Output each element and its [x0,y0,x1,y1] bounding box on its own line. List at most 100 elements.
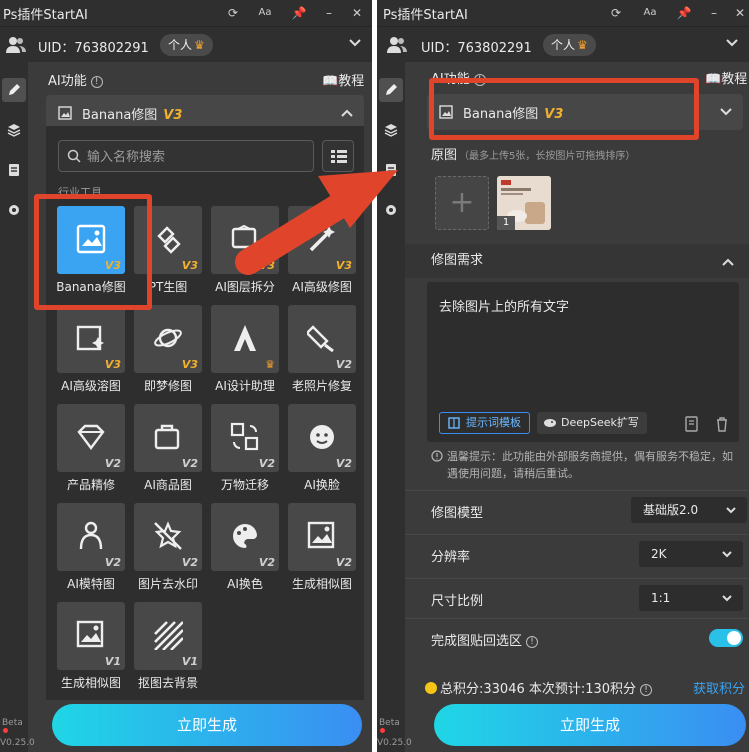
book-icon [448,417,460,429]
version-label: V0.25.0 [377,738,412,748]
help-icon[interactable]: ! [526,636,539,648]
chevron-up-icon[interactable] [340,107,354,119]
tool-tile[interactable]: V3 [134,305,202,373]
app-title: Ps插件StartAI [3,8,88,23]
history-icon[interactable] [685,416,699,432]
sidebar-edit-button[interactable] [379,78,403,102]
tool-tile[interactable]: V1 [134,602,202,670]
generate-button[interactable]: 立即生成 [52,704,362,746]
chevron-down-icon[interactable] [348,36,362,50]
sidebar: Beta V0.25.0 [0,62,35,752]
tutorial-link[interactable]: 📖教程 [705,68,747,87]
minimize-icon[interactable]: – [705,4,723,22]
tutorial-link[interactable]: 📖教程 [322,70,364,89]
users-icon [6,37,26,53]
font-size-icon[interactable]: Aa [256,4,274,22]
pin-icon[interactable]: 📌 [290,4,308,22]
tool-tile[interactable]: V3 [211,206,279,274]
tool-tile[interactable]: V3 [57,305,125,373]
thumbnail-index: 1 [497,216,515,230]
sidebar-settings-button[interactable] [2,198,26,222]
chevron-down-icon[interactable] [725,36,739,50]
tool-tile[interactable]: V2 [288,503,356,571]
version-badge: V2 [335,358,352,371]
tool-label: AI模特图 [67,577,115,591]
plus-icon: + [449,185,475,220]
pin-icon[interactable]: 📌 [675,4,693,22]
help-icon[interactable]: ! [90,76,103,88]
sidebar-layers-button[interactable] [2,118,26,142]
original-image-heading: 原图 （最多上传5张，长按图片可拖拽排序） [431,148,636,163]
model-select[interactable]: 基础版2.0 [631,497,747,523]
layer-split-icon [231,224,257,249]
ratio-row: 尺寸比例 1:1 [405,578,749,616]
ratio-select[interactable]: 1:1 [639,585,743,611]
tool-label: AI图层拆分 [215,280,275,294]
trash-icon[interactable] [715,416,729,432]
requirement-section-header[interactable]: 修图需求 [405,244,749,278]
tool-tile[interactable]: V2 [57,404,125,472]
model-row: 修图模型 基础版2.0 [405,490,749,528]
crown-icon: ♛ [265,358,275,371]
tool-tile[interactable]: V2 [211,503,279,571]
model-icon [79,521,103,550]
tool-tile[interactable]: V3 [288,206,356,274]
tool-label: AI换脸 [304,478,340,492]
highlight-box-tool [34,194,152,310]
get-credits-link[interactable]: 获取积分 [693,678,745,697]
sidebar-notes-button[interactable] [2,158,26,182]
close-icon[interactable]: ✕ [731,4,749,22]
list-view-button[interactable] [322,140,354,172]
uid-label: UID：763802291 [38,41,149,56]
sidebar-notes-button[interactable] [379,158,403,182]
refresh-icon[interactable]: ⟳ [224,4,242,22]
tool-tile[interactable]: ♛ [211,305,279,373]
paste-back-label: 完成图贴回选区! [431,630,539,649]
search-box[interactable] [58,140,314,172]
plan-badge[interactable]: 个人 ♛ [160,34,213,56]
tool-tile[interactable]: V1 [57,602,125,670]
coin-icon [425,682,437,694]
tool-label: 生成相似图 [60,676,121,690]
refresh-icon[interactable]: ⟳ [607,4,625,22]
version-badge: V2 [181,556,198,569]
sidebar-edit-button[interactable] [2,78,26,102]
tool-tile[interactable]: V2 [57,503,125,571]
search-input[interactable] [87,147,307,167]
tool-tile[interactable]: V2 [211,404,279,472]
sidebar-layers-button[interactable] [379,118,403,142]
service-notice: 温馨提示：此功能由外部服务商提供，偶有服务不稳定，如遇使用问题，请稍后重试。 [431,448,743,482]
font-size-icon[interactable]: Aa [641,4,659,22]
crown-icon: ♛ [194,38,205,52]
prompt-template-button[interactable]: 提示词模板 [439,412,530,434]
deepseek-expand-button[interactable]: DeepSeek扩写 [537,412,647,434]
minimize-icon[interactable]: – [320,4,338,22]
no-watermark-icon [154,521,182,550]
help-icon[interactable]: ! [640,684,653,696]
chevron-up-icon [722,258,734,266]
tool-tile[interactable]: V2 [288,404,356,472]
plan-badge[interactable]: 个人 ♛ [543,34,596,56]
requirement-textarea[interactable]: 去除图片上的所有文字 提示词模板 DeepSeek扩写 [427,282,739,442]
resolution-select[interactable]: 2K [639,541,743,567]
similar-image-icon [76,620,104,648]
tool-tile[interactable]: V2 [134,503,202,571]
close-icon[interactable]: ✕ [348,4,366,22]
users-icon [387,37,407,53]
pencil-icon [386,84,397,95]
generate-button[interactable]: 立即生成 [434,704,746,746]
paste-back-toggle[interactable] [709,629,743,647]
tool-tile[interactable]: V2 [134,404,202,472]
face-icon [310,425,334,449]
ai-function-heading: AI功能! [48,70,103,92]
image-icon [58,106,72,120]
chevron-down-icon[interactable] [719,106,733,118]
add-image-button[interactable]: + [435,176,489,230]
uploaded-image-thumbnail[interactable]: 1 [497,176,551,230]
version-badge: V2 [335,457,352,470]
tool-tile[interactable]: V2 [288,305,356,373]
requirement-text: 去除图片上的所有文字 [439,300,570,315]
sidebar-settings-button[interactable] [379,198,403,222]
sidebar: Beta V0.25.0 [377,62,412,752]
crown-icon: ♛ [577,38,588,52]
